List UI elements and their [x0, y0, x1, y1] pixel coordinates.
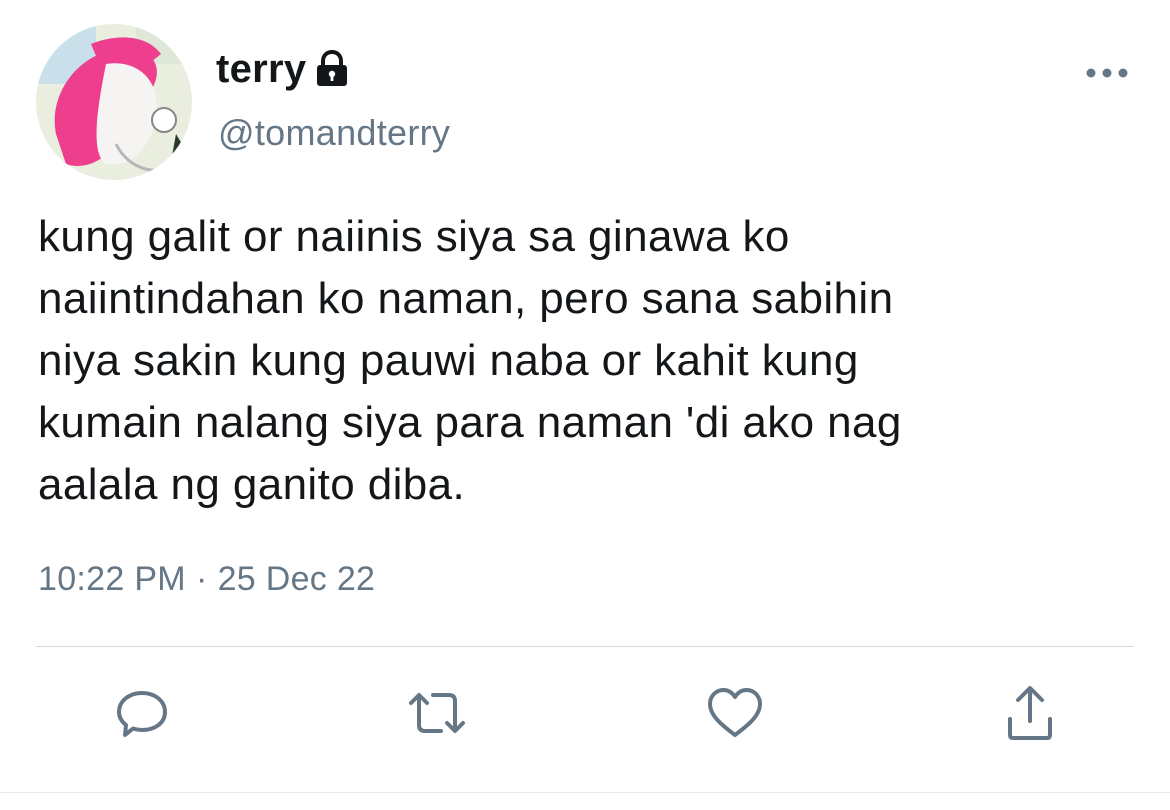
reply-button[interactable] — [107, 680, 177, 750]
display-name[interactable]: terry — [216, 47, 306, 92]
divider — [36, 646, 1134, 647]
retweet-button[interactable] — [402, 680, 472, 750]
tweet-time: 10:22 PM — [38, 560, 186, 598]
bottom-divider — [0, 792, 1170, 793]
timestamp-separator: · — [195, 560, 208, 598]
lock-icon — [314, 49, 350, 88]
reply-icon — [114, 685, 170, 746]
tweet-card: terry @tomandterry kung galit or naiinis… — [0, 0, 1170, 810]
action-bar — [0, 680, 1170, 760]
retweet-icon — [405, 685, 469, 746]
share-button[interactable] — [995, 680, 1065, 750]
user-handle[interactable]: @tomandterry — [218, 112, 450, 154]
more-options-button[interactable] — [1082, 60, 1132, 90]
heart-icon — [705, 685, 765, 746]
share-icon — [1002, 683, 1058, 748]
avatar[interactable] — [36, 24, 192, 180]
tweet-date: 25 Dec 22 — [217, 560, 376, 598]
tweet-timestamp[interactable]: 10:22 PM · 25 Dec 22 — [38, 560, 375, 599]
tweet-text: kung galit or naiinis siya sa ginawa ko … — [38, 212, 902, 509]
more-icon — [1085, 66, 1129, 84]
display-name-row[interactable]: terry — [216, 44, 350, 94]
like-button[interactable] — [700, 680, 770, 750]
